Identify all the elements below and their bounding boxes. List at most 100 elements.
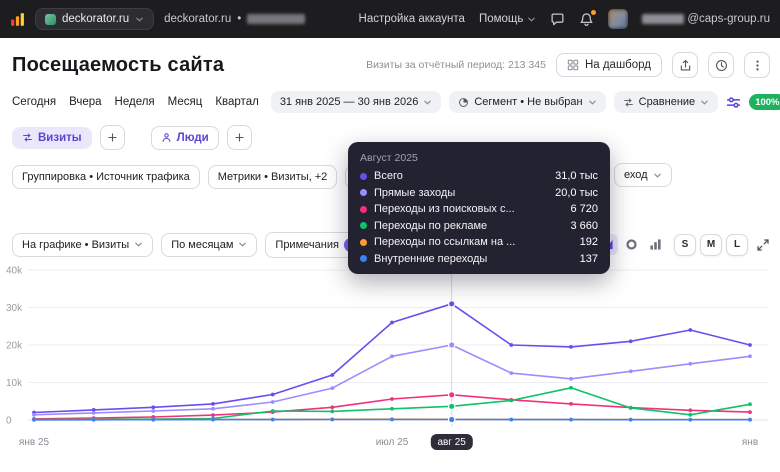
x-axis-label: июл 25 [375, 437, 409, 448]
traffic-chart: 0 10k 20k 30k 40k янв 25 июл 25 авг 25 янв [0, 262, 780, 456]
chevron-down-icon [423, 98, 432, 107]
data-point [688, 417, 693, 422]
help-menu[interactable]: Помощь [479, 13, 536, 25]
svg-text:20k: 20k [6, 341, 23, 352]
data-point [211, 417, 215, 422]
visits-metric-chip[interactable]: Визиты [12, 126, 92, 149]
add-people-metric-button[interactable] [226, 125, 252, 150]
tooltip-row: Внутренние переходы 137 [360, 253, 598, 265]
data-point [569, 376, 573, 381]
series-color-dot [360, 172, 367, 180]
visits-line-chart[interactable]: 0 10k 20k 30k 40k [0, 262, 780, 434]
people-chip[interactable]: Люди [150, 125, 219, 150]
on-chart-selector[interactable]: На графике • Визиты [12, 232, 154, 257]
period-tab-0[interactable]: Сегодня [12, 96, 56, 108]
period-tab-2[interactable]: Неделя [115, 96, 155, 108]
notifications-bell-icon[interactable] [579, 9, 597, 27]
period-tab-1[interactable]: Вчера [69, 96, 101, 108]
data-point [748, 417, 752, 422]
comparison-label: Сравнение [638, 96, 696, 108]
sampling-settings-icon[interactable] [726, 95, 741, 110]
metrics-chip[interactable]: Метрики • Визиты, +2 [207, 164, 338, 189]
notification-dot [591, 9, 597, 15]
bar-chart-type-icon[interactable] [645, 234, 666, 255]
x-axis-labels: янв 25 июл 25 авг 25 янв [0, 434, 780, 456]
series-color-dot [360, 205, 367, 213]
metrics-chip-label: Метрики • Визиты, +2 [217, 170, 328, 183]
expand-fullscreen-icon[interactable] [756, 238, 770, 252]
active-counter[interactable]: deckorator.ru • [164, 13, 306, 25]
partial-chip-label: еход [624, 169, 648, 181]
comparison-chip[interactable]: Сравнение [613, 91, 719, 113]
metrica-logo-icon[interactable] [10, 12, 25, 27]
svg-text:40k: 40k [6, 266, 23, 277]
add-metric-button[interactable] [99, 125, 125, 150]
data-point [151, 409, 156, 413]
account-settings-label: Настройка аккаунта [358, 13, 465, 25]
segment-label: Сегмент • Не выбран [474, 96, 583, 108]
notes-label: Примечания [275, 238, 339, 251]
granularity-selector[interactable]: По месяцам [161, 232, 258, 257]
series-line [33, 387, 751, 421]
avatar[interactable] [608, 9, 629, 29]
data-point [569, 345, 573, 349]
data-point [330, 405, 335, 410]
data-point [628, 369, 633, 374]
account-settings-link[interactable]: Настройка аккаунта [359, 13, 465, 25]
grouping-chip[interactable]: Группировка • Источник трафика [12, 164, 200, 189]
blurred-email-user [642, 14, 685, 24]
period-tab-3[interactable]: Месяц [168, 96, 203, 108]
kebab-menu-icon[interactable] [744, 52, 770, 78]
date-range-chip[interactable]: 31 янв 2025 — 30 янв 2026 [270, 91, 442, 113]
tooltip-series-value: 3 660 [570, 219, 598, 232]
svg-text:30k: 30k [6, 303, 23, 314]
size-button-l[interactable]: L [726, 233, 748, 256]
tooltip-series-label: Переходы из поисковых с... [374, 203, 515, 215]
chat-icon[interactable] [550, 12, 565, 27]
data-point [688, 408, 693, 413]
tooltip-series-label: Прямые заходы [374, 186, 456, 199]
data-point [330, 373, 335, 377]
partially-hidden-chip[interactable]: еход [614, 163, 672, 187]
to-dashboard-button[interactable]: На дашборд [555, 53, 662, 77]
segment-icon [458, 97, 469, 108]
avatar-image [608, 9, 629, 29]
tooltip-series-label: Внутренние переходы [374, 252, 488, 265]
period-tab-4[interactable]: Квартал [215, 96, 258, 108]
tooltip-row: Переходы по ссылкам на ... 192 [360, 236, 598, 248]
history-clock-icon[interactable] [708, 52, 734, 78]
data-point [509, 343, 514, 347]
user-email[interactable]: @caps-group.ru [642, 13, 770, 25]
tooltip-series-label: Переходы по ссылкам на ... [374, 236, 516, 248]
tooltip-series-value: 6 720 [570, 203, 598, 215]
size-button-m[interactable]: M [700, 233, 722, 256]
x-axis-label: янв 25 [18, 437, 50, 448]
counter-selector[interactable]: deckorator.ru [35, 8, 155, 30]
topbar: deckorator.ru deckorator.ru • Настройка … [0, 0, 780, 38]
data-point [91, 411, 96, 415]
tooltip-series-label: Переходы по рекламе [374, 219, 488, 232]
share-icon[interactable] [672, 52, 698, 78]
size-button-s[interactable]: S [674, 233, 696, 256]
grouping-chip-label: Группировка • Источник трафика [22, 170, 190, 183]
segment-chip[interactable]: Сегмент • Не выбран [449, 91, 606, 113]
data-point [688, 328, 693, 332]
dashboard-grid-icon [567, 59, 579, 71]
data-point [628, 406, 633, 410]
x-axis-label: янв [741, 437, 759, 448]
donut-chart-type-icon[interactable] [621, 234, 642, 255]
chevron-down-icon [700, 98, 709, 107]
sampling-badge[interactable]: 100% [749, 94, 780, 110]
data-point [390, 320, 394, 325]
chevron-down-icon [135, 15, 144, 24]
data-point [748, 343, 752, 347]
counter-name-label: deckorator.ru [164, 13, 232, 25]
chevron-down-icon [134, 240, 143, 249]
data-point [390, 406, 394, 411]
email-domain: @caps-group.ru [687, 13, 770, 25]
tooltip-series-value: 137 [579, 252, 598, 265]
site-favicon-icon [45, 13, 56, 25]
data-point [688, 412, 693, 417]
data-point [211, 402, 215, 406]
svg-text:10k: 10k [6, 378, 23, 389]
